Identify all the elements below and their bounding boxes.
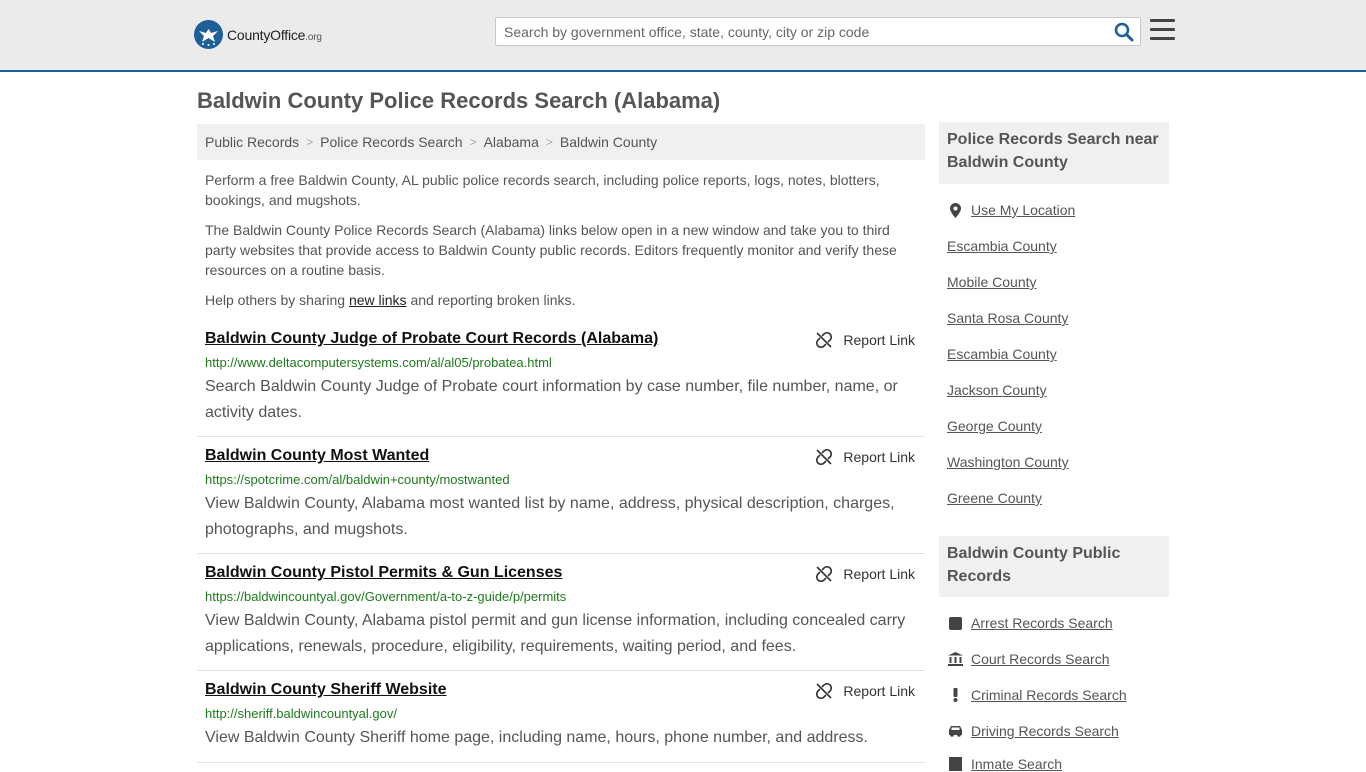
search-input[interactable]: [504, 18, 1104, 45]
public-record-row[interactable]: Criminal Records Search: [947, 687, 1127, 703]
chevron-right-icon: >: [469, 135, 477, 149]
result-title-link[interactable]: Baldwin County Judge of Probate Court Re…: [205, 330, 658, 348]
inmate-search-link[interactable]: Inmate Search: [971, 756, 1062, 772]
public-records-heading: Baldwin County Public Records: [939, 536, 1169, 597]
report-link-label: Report Link: [843, 566, 915, 582]
result-description: View Baldwin County, Alabama most wanted…: [205, 495, 895, 538]
result-url: https://spotcrime.com/al/baldwin+county/…: [205, 472, 510, 487]
breadcrumb-baldwin-county[interactable]: Baldwin County: [560, 134, 657, 150]
use-my-location-link[interactable]: Use My Location: [971, 202, 1075, 218]
intro-p3-before: Help others by sharing: [205, 292, 349, 308]
map-pin-icon: [947, 202, 963, 218]
result-url: https://baldwincountyal.gov/Government/a…: [205, 589, 567, 604]
public-record-row[interactable]: Arrest Records Search: [947, 615, 1113, 631]
report-link-button[interactable]: Report Link: [816, 566, 915, 582]
public-record-row[interactable]: Inmate Search: [947, 756, 1062, 772]
result-url: http://www.deltacomputersystems.com/al/a…: [205, 355, 552, 370]
report-link-label: Report Link: [843, 332, 915, 348]
search-box: [495, 17, 1141, 46]
result-item: Baldwin County Pistol Permits & Gun Lice…: [197, 564, 925, 671]
result-title-link[interactable]: Baldwin County Most Wanted: [205, 447, 429, 465]
intro-paragraph-1: Perform a free Baldwin County, AL public…: [205, 172, 880, 208]
result-description: View Baldwin County Sheriff home page, i…: [205, 729, 868, 746]
broken-link-icon: [816, 332, 833, 348]
logo-main-text: CountyOffice: [227, 26, 306, 43]
intro-paragraph-2: The Baldwin County Police Records Search…: [205, 222, 897, 278]
arrest-records-link[interactable]: Arrest Records Search: [971, 615, 1113, 631]
eagle-logo-icon: [194, 20, 223, 49]
page-title: Baldwin County Police Records Search (Al…: [197, 88, 721, 113]
result-title-link[interactable]: Baldwin County Sheriff Website: [205, 681, 447, 699]
criminal-records-link[interactable]: Criminal Records Search: [971, 687, 1127, 703]
report-link-button[interactable]: Report Link: [816, 332, 915, 348]
breadcrumb-public-records[interactable]: Public Records: [205, 134, 299, 150]
result-description: View Baldwin County, Alabama pistol perm…: [205, 612, 906, 655]
result-title-link[interactable]: Baldwin County Pistol Permits & Gun Lice…: [205, 564, 562, 582]
nearby-county-link[interactable]: George County: [947, 418, 1042, 434]
result-item: Baldwin County Sheriff Website Report Li…: [197, 681, 925, 763]
nearby-county-link[interactable]: Santa Rosa County: [947, 310, 1068, 326]
report-link-label: Report Link: [843, 683, 915, 699]
result-url: http://sheriff.baldwincountyal.gov/: [205, 706, 397, 721]
report-link-label: Report Link: [843, 449, 915, 465]
result-description: Search Baldwin County Judge of Probate c…: [205, 378, 898, 421]
driving-records-link[interactable]: Driving Records Search: [971, 723, 1119, 739]
nearby-county-link[interactable]: Escambia County: [947, 346, 1057, 362]
result-item: Baldwin County Judge of Probate Court Re…: [197, 330, 925, 437]
hamburger-menu-icon[interactable]: [1150, 19, 1175, 42]
chevron-right-icon: >: [306, 135, 314, 149]
logo-wordmark: CountyOffice.org: [227, 27, 322, 43]
broken-link-icon: [816, 566, 833, 582]
report-link-button[interactable]: Report Link: [816, 683, 915, 699]
new-links-link[interactable]: new links: [349, 292, 407, 308]
public-record-row[interactable]: Driving Records Search: [947, 723, 1119, 739]
intro-p3-after: and reporting broken links.: [406, 292, 576, 308]
intro-text: Perform a free Baldwin County, AL public…: [205, 170, 917, 320]
breadcrumb-alabama[interactable]: Alabama: [484, 134, 539, 150]
nearby-county-link[interactable]: Greene County: [947, 490, 1042, 506]
site-logo[interactable]: CountyOffice.org: [194, 20, 322, 49]
court-records-link[interactable]: Court Records Search: [971, 651, 1110, 667]
courthouse-icon: [947, 652, 963, 666]
breadcrumb-police-records-search[interactable]: Police Records Search: [320, 134, 462, 150]
nearby-county-link[interactable]: Washington County: [947, 454, 1069, 470]
broken-link-icon: [816, 449, 833, 465]
report-link-button[interactable]: Report Link: [816, 449, 915, 465]
result-item: Baldwin County Most Wanted Report Link h…: [197, 447, 925, 554]
nearby-county-link[interactable]: Jackson County: [947, 382, 1047, 398]
car-icon: [947, 725, 963, 737]
search-icon[interactable]: [1114, 22, 1134, 42]
intro-paragraph-3: Help others by sharing new links and rep…: [205, 290, 917, 310]
inmate-icon: [947, 757, 963, 771]
nearby-heading: Police Records Search near Baldwin Count…: [939, 122, 1169, 184]
chevron-right-icon: >: [545, 135, 553, 149]
logo-tld-text: .org: [305, 31, 322, 43]
arrest-icon: [947, 616, 963, 630]
exclamation-icon: [947, 688, 963, 702]
public-record-row[interactable]: Court Records Search: [947, 651, 1110, 667]
site-header: CountyOffice.org: [0, 0, 1366, 72]
broken-link-icon: [816, 683, 833, 699]
breadcrumb: Public Records > Police Records Search >…: [197, 124, 925, 160]
use-location-row[interactable]: Use My Location: [947, 202, 1075, 218]
nearby-county-link[interactable]: Mobile County: [947, 274, 1037, 290]
nearby-county-link[interactable]: Escambia County: [947, 238, 1057, 254]
